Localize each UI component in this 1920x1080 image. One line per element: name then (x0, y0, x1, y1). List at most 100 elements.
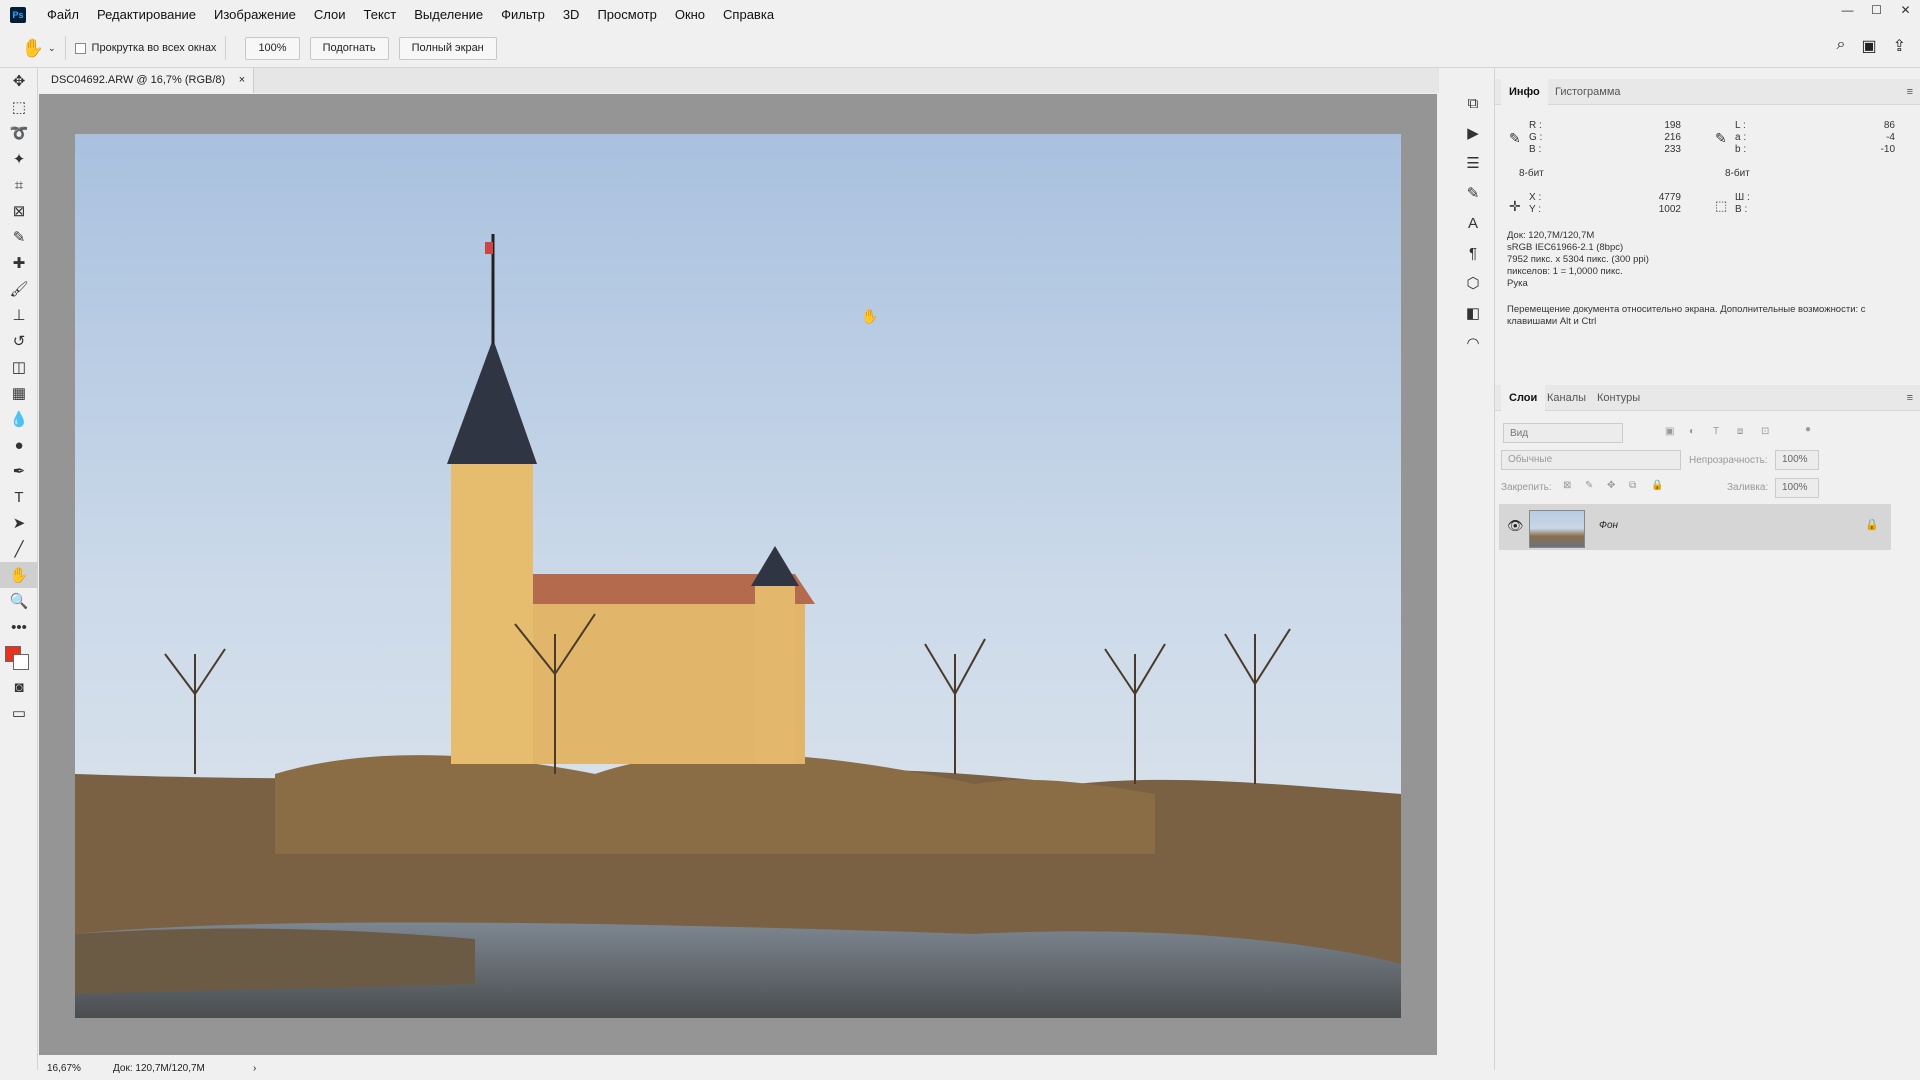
lock-all-icon[interactable]: 🔒 (1651, 480, 1663, 491)
menu-window[interactable]: Окно (666, 0, 714, 29)
menu-image[interactable]: Изображение (205, 0, 305, 29)
filter-shape-icon[interactable]: ⧈ (1737, 426, 1743, 437)
scroll-all-windows-checkbox[interactable]: Прокрутка во всех окнах (74, 42, 216, 54)
document-photo[interactable] (75, 134, 1401, 1018)
tab-info[interactable]: Инфо (1501, 79, 1548, 105)
maximize-icon[interactable]: ☐ (1862, 0, 1891, 20)
status-doc-size: Док: 120,7M/120,7M (113, 1062, 205, 1074)
layer-filter-input[interactable] (1503, 423, 1623, 443)
healing-brush-tool-icon[interactable]: ✚ (0, 250, 38, 276)
filter-type-icon[interactable]: T (1713, 426, 1719, 437)
filter-adjustment-icon[interactable]: ◐ (1689, 426, 1695, 437)
share-icon[interactable]: ⇪ (1893, 36, 1906, 56)
menu-help[interactable]: Справка (714, 0, 783, 29)
eyedropper-tool-icon[interactable]: ✎ (0, 224, 38, 250)
canvas[interactable]: ✋ (39, 94, 1437, 1055)
tab-histogram[interactable]: Гистограмма (1547, 79, 1629, 105)
tab-paths[interactable]: Контуры (1589, 385, 1648, 411)
eraser-tool-icon[interactable]: ◫ (0, 354, 38, 380)
brush-settings-icon[interactable]: ✎ (1453, 178, 1493, 208)
type-tool-icon[interactable]: T (0, 484, 38, 510)
value-b-lab: -10 (1880, 144, 1895, 155)
panel-menu-icon[interactable]: ≡ (1907, 392, 1913, 404)
lock-position-icon[interactable]: ✥ (1607, 480, 1615, 491)
menu-3d[interactable]: 3D (554, 0, 589, 29)
glyphs-panel-icon[interactable]: ◠ (1453, 328, 1493, 358)
panel-menu-icon[interactable]: ≡ (1907, 86, 1913, 98)
hand-tool-icon[interactable]: ✋ (0, 562, 38, 588)
close-tab-icon[interactable]: × (239, 68, 245, 93)
value-y: 1002 (1658, 204, 1681, 215)
minimize-icon[interactable]: — (1833, 0, 1862, 20)
label-a: a : (1735, 132, 1747, 143)
filter-smart-object-icon[interactable]: ⊡ (1761, 426, 1769, 437)
fit-screen-button[interactable]: Подогнать (309, 36, 389, 60)
menu-text[interactable]: Текст (355, 0, 406, 29)
adjustments-panel-icon[interactable]: ☰ (1453, 148, 1493, 178)
lock-artboard-icon[interactable]: ⧉ (1629, 480, 1636, 491)
actions-panel-icon[interactable]: ▶ (1453, 118, 1493, 148)
gradient-tool-icon[interactable]: ▦ (0, 380, 38, 406)
paragraph-panel-icon[interactable]: ¶ (1453, 238, 1493, 268)
frame-tool-icon[interactable]: ⊠ (0, 198, 38, 224)
filter-pixel-icon[interactable]: ▣ (1665, 426, 1674, 437)
magic-wand-tool-icon[interactable]: ✦ (0, 146, 38, 172)
stamp-tool-icon[interactable]: ⊥ (0, 302, 38, 328)
chevron-down-icon[interactable]: ⌄ (48, 43, 56, 54)
more-tools-icon[interactable]: ••• (0, 614, 38, 640)
selection-size-icon: ⬚ (1715, 198, 1728, 213)
menu-filter[interactable]: Фильтр (492, 0, 554, 29)
zoom-100-button[interactable]: 100% (245, 36, 300, 60)
hand-tool-preset-icon[interactable]: ✋ (18, 33, 48, 63)
screen-mode-icon[interactable]: ▭ (0, 700, 38, 726)
layer-row[interactable]: 👁 Фон 🔒 (1499, 504, 1891, 550)
brush-tool-icon[interactable]: 🖌 (0, 276, 38, 302)
zoom-tool-icon[interactable]: 🔍 (0, 588, 38, 614)
menu-select[interactable]: Выделение (405, 0, 492, 29)
label-r: R : (1529, 120, 1542, 131)
lock-transparency-icon[interactable]: ⊠ (1563, 480, 1571, 491)
3d-panel-icon[interactable]: ⬡ (1453, 268, 1493, 298)
filter-toggle-icon[interactable]: ● (1805, 424, 1811, 435)
checkbox-box[interactable] (74, 42, 86, 54)
history-brush-tool-icon[interactable]: ↺ (0, 328, 38, 354)
search-icon[interactable]: ⌕ (1837, 36, 1846, 56)
path-selection-tool-icon[interactable]: ➤ (0, 510, 38, 536)
document-tab[interactable]: DSC04692.ARW @ 16,7% (RGB/8) × (39, 68, 255, 93)
dodge-tool-icon[interactable]: ● (0, 432, 38, 458)
workspace-icon[interactable]: ▣ (1861, 36, 1876, 56)
fill-field[interactable]: 100% (1775, 478, 1819, 498)
move-tool-icon[interactable]: ✥ (0, 68, 38, 94)
blend-mode-select[interactable]: Обычные (1501, 450, 1681, 470)
layer-name[interactable]: Фон (1599, 520, 1618, 531)
menu-edit[interactable]: Редактирование (88, 0, 205, 29)
character-panel-icon[interactable]: A (1453, 208, 1493, 238)
eyedropper-icon: ✎ (1509, 130, 1521, 146)
background-color-swatch[interactable] (13, 654, 29, 670)
divider (64, 36, 66, 60)
crop-tool-icon[interactable]: ⌗ (0, 172, 38, 198)
menu-file[interactable]: Файл (38, 0, 88, 29)
visibility-eye-icon[interactable]: 👁 (1507, 518, 1524, 534)
history-panel-icon[interactable]: ⧉ (1453, 88, 1493, 118)
layer-thumbnail[interactable] (1529, 510, 1585, 548)
label-b-lab: b : (1735, 144, 1747, 155)
status-zoom[interactable]: 16,67% (39, 1063, 99, 1074)
close-window-icon[interactable]: ✕ (1891, 0, 1920, 20)
tab-channels[interactable]: Каналы (1539, 385, 1594, 411)
opacity-field[interactable]: 100% (1775, 450, 1819, 470)
opacity-label: Непрозрачность: (1689, 455, 1768, 466)
properties-panel-icon[interactable]: ◧ (1453, 298, 1493, 328)
pen-tool-icon[interactable]: ✒ (0, 458, 38, 484)
line-tool-icon[interactable]: ╱ (0, 536, 38, 562)
status-arrow-icon[interactable]: › (253, 1063, 256, 1074)
lock-pixels-icon[interactable]: ✎ (1585, 480, 1593, 491)
marquee-tool-icon[interactable]: ⬚ (0, 94, 38, 120)
menu-view[interactable]: Просмотр (588, 0, 665, 29)
lasso-tool-icon[interactable]: ➰ (0, 120, 38, 146)
window-controls: — ☐ ✕ (1833, 0, 1920, 20)
menu-layers[interactable]: Слои (305, 0, 355, 29)
fill-screen-button[interactable]: Полный экран (398, 36, 497, 60)
quick-mask-icon[interactable]: ◙ (0, 674, 38, 700)
blur-tool-icon[interactable]: 💧 (0, 406, 38, 432)
